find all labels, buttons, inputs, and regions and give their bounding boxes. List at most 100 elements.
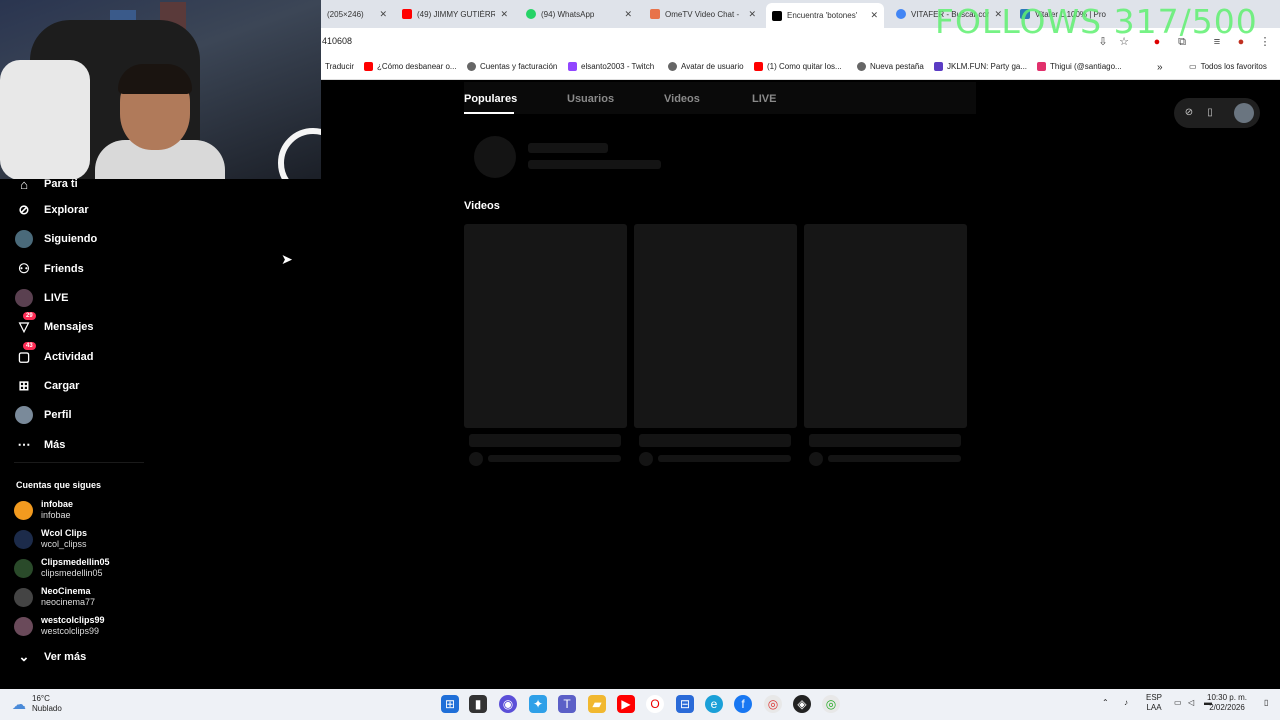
network-icon[interactable]: ▭ [1174,698,1182,708]
bookmark[interactable]: (1) Como quitar los... [754,62,842,71]
clock[interactable]: 10:30 p. m. 2/02/2026 [1207,693,1247,713]
tiktok-icon [772,10,782,21]
skeleton-line [828,455,961,462]
skeleton-line [639,434,791,447]
bookmark-all[interactable]: ▭ Todos los favoritos [1189,62,1267,71]
browser-tab[interactable]: (49) JIMMY GUTIÉRREZ✕ [396,3,514,25]
nav-para-ti[interactable]: ⌂ Para ti [14,174,78,194]
opera-icon[interactable]: O [646,695,664,713]
youtube-app-icon[interactable]: ▶ [617,695,635,713]
skeleton-line [469,434,621,447]
bookmark[interactable]: Avatar de usuario [668,62,744,71]
ring-light [278,128,321,179]
skeleton-avatar [809,452,823,466]
compass-icon[interactable]: ⊘ [1181,105,1197,121]
url-text[interactable]: 410608 [322,36,352,46]
bookmark[interactable]: Thigui (@santiago... [1037,62,1122,71]
followed-account[interactable]: Wcol Clips wcol_clipss [14,528,87,550]
chrome-profile-icon[interactable]: ◎ [822,695,840,713]
followed-account[interactable]: NeoCinema neocinema77 [14,586,95,608]
tab-videos[interactable]: Videos [664,93,700,105]
google-icon [896,9,906,19]
store-icon[interactable]: ⊟ [676,695,694,713]
tool-pill: ⊘ ▯ [1174,98,1260,128]
followed-account[interactable]: Clipsmedellin05 clipsmedellin05 [14,557,110,579]
nav-mas[interactable]: ⋯ Más [14,435,66,455]
close-icon[interactable]: ✕ [379,9,387,20]
video-card-skeleton[interactable] [464,224,627,428]
bookmark[interactable]: JKLM.FUN: Party ga... [934,62,1027,71]
avatar [14,587,33,607]
avatar [14,500,33,520]
close-icon[interactable]: ✕ [624,9,632,20]
followed-account[interactable]: infobae infobae [14,499,73,521]
compass-icon: ⊘ [18,202,30,217]
browser-tab[interactable]: (205×246) ✕ [321,3,393,25]
bookmark[interactable]: Cuentas y facturación [467,62,557,71]
menu-icon[interactable]: ⋮ [1258,35,1272,49]
tab-populares[interactable]: Populares [464,93,517,105]
close-icon[interactable]: ✕ [870,10,878,21]
nav-actividad[interactable]: ▢ 43 Actividad [14,342,94,367]
live-icon [14,288,34,308]
followed-account[interactable]: westcolclips99 westcolclips99 [14,615,105,637]
messages-icon: ▽ 29 [14,312,36,337]
tab-live[interactable]: LIVE [752,93,776,105]
friends-icon: ⚇ [18,261,30,276]
chat-icon[interactable]: ◉ [499,695,517,713]
nav-live[interactable]: LIVE [14,288,68,308]
nav-friends[interactable]: ⚇ Friends [14,259,84,279]
nav-mensajes[interactable]: ▽ 29 Mensajes [14,312,94,337]
app-icon[interactable]: ◈ [793,695,811,713]
globe-icon [857,62,866,71]
language-indicator[interactable]: ESP LAA [1146,693,1162,713]
device-icon[interactable]: ▯ [1202,105,1218,121]
browser-tab-active[interactable]: Encuentra 'botones' ✕ [766,3,884,28]
skeleton-avatar [469,452,483,466]
notification-icon[interactable]: ▯ [1264,698,1268,708]
browser-tab[interactable]: OmeTV Video Chat - ✕ [644,3,762,25]
activity-icon: ▢ 43 [14,342,36,367]
youtube-icon [754,62,763,71]
following-section-title: Cuentas que sigues [16,480,102,490]
facebook-icon[interactable]: f [734,695,752,713]
globe-icon [467,62,476,71]
tab-usuarios[interactable]: Usuarios [567,93,614,105]
nav-perfil[interactable]: Perfil [14,405,72,425]
skeleton-line [528,143,608,153]
copilot-icon[interactable]: ✦ [529,695,547,713]
see-more-button[interactable]: ⌄ Ver más [14,647,87,667]
volume-icon[interactable]: ◁ [1188,698,1194,708]
taskview-icon[interactable]: ▮ [469,695,487,713]
video-card-skeleton[interactable] [634,224,797,428]
following-avatar-icon [14,229,34,249]
divider [14,462,144,463]
nav-cargar[interactable]: ⊞ Cargar [14,376,80,396]
bookmark[interactable]: Traducir [325,62,354,71]
edge-icon[interactable]: e [705,695,723,713]
microphone-icon[interactable]: ♪ [1124,698,1128,708]
bookmark[interactable]: ¿Cómo desbanear o... [364,62,457,71]
globe-icon [668,62,677,71]
close-icon[interactable]: ✕ [748,9,756,20]
chevron-up-icon[interactable]: ⌃ [1102,698,1109,708]
profile-avatar-icon[interactable] [1234,103,1254,123]
close-icon[interactable]: ✕ [500,9,508,20]
weather-widget[interactable]: ☁ 16°C Nublado [12,694,62,714]
skeleton-line [488,455,621,462]
teams-icon[interactable]: T [558,695,576,713]
nav-explorar[interactable]: ⊘ Explorar [14,200,89,220]
avatar [14,616,33,636]
start-icon[interactable]: ⊞ [441,695,459,713]
browser-tab[interactable]: (94) WhatsApp ✕ [520,3,638,25]
person-hair [118,64,192,94]
bookmark[interactable]: elsanto2003 - Twitch [568,62,654,71]
nav-siguiendo[interactable]: Siguiendo [14,229,97,249]
home-icon: ⌂ [20,176,28,192]
chrome-icon[interactable]: ◎ [764,695,782,713]
file-explorer-icon[interactable]: ▰ [588,695,606,713]
video-card-skeleton[interactable] [804,224,967,428]
bookmark[interactable]: Nueva pestaña [857,62,924,71]
profile-avatar-icon [14,405,34,425]
bookmarks-overflow-icon[interactable]: » [1157,62,1163,73]
